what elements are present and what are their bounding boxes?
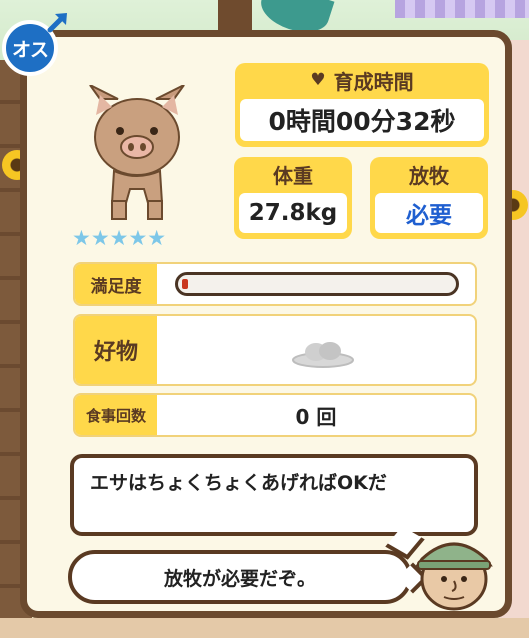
meal-count-value: 0 回 xyxy=(295,404,337,429)
satisfaction-row: 満足度 xyxy=(73,262,477,306)
weight-box: 体重 27.8kg xyxy=(234,157,352,239)
meal-count-row: 食事回数 0 回 xyxy=(73,393,477,437)
notice-text: 放牧が必要だぞ。 xyxy=(163,567,316,590)
notice-speech-bubble: 放牧が必要だぞ。 xyxy=(68,550,429,604)
male-arrow-icon xyxy=(47,13,67,33)
sex-label: オス xyxy=(11,38,49,61)
rarity-stars: ★★★★★ xyxy=(72,226,167,250)
male-badge: オス xyxy=(2,10,72,80)
growth-time-value: 0時間00分32秒 xyxy=(240,99,484,141)
favorite-food-row: 好物 xyxy=(73,314,477,386)
heart-icon: ♥ xyxy=(310,70,326,90)
tip-text: エサはちょくちょくあげればOKだ xyxy=(90,472,387,494)
satisfaction-label: 満足度 xyxy=(75,264,157,304)
farmer-avatar xyxy=(415,542,493,611)
background-tent xyxy=(395,0,529,18)
pig-illustration xyxy=(89,85,185,220)
grazing-value: 必要 xyxy=(375,193,483,233)
grazing-box[interactable]: 放牧 必要 xyxy=(370,157,488,239)
weight-label: 体重 xyxy=(273,163,313,188)
weight-value: 27.8kg xyxy=(239,193,347,233)
food-dish-icon xyxy=(292,342,354,368)
meal-count-label: 食事回数 xyxy=(75,395,157,435)
grazing-label: 放牧 xyxy=(409,163,449,188)
favorite-food-label: 好物 xyxy=(75,316,157,384)
growth-time-label: 育成時間 xyxy=(333,69,414,94)
satisfaction-bar-fill xyxy=(182,279,188,289)
background-ground xyxy=(0,618,529,638)
satisfaction-bar xyxy=(175,272,459,296)
tip-speech-bubble: エサはちょくちょくあげればOKだ xyxy=(70,454,478,560)
growth-time-box: ♥ 育成時間 0時間00分32秒 xyxy=(235,63,489,147)
